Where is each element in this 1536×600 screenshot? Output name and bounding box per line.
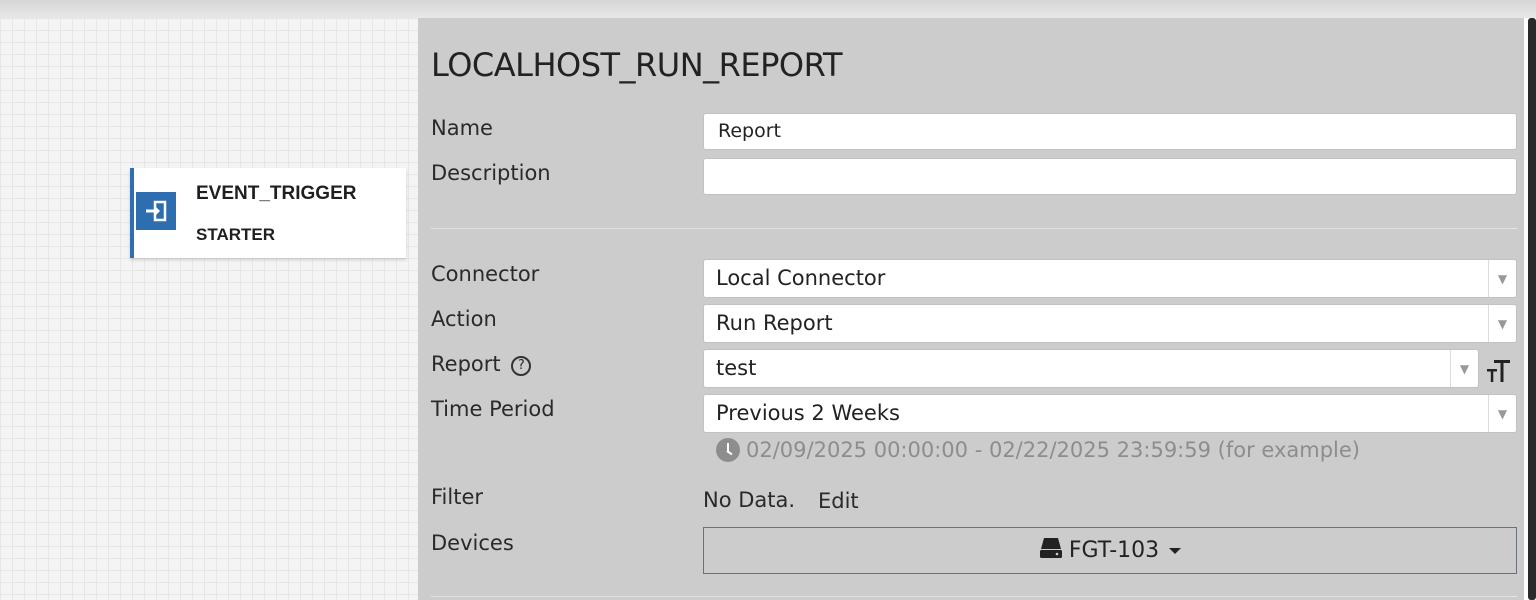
report-value: test bbox=[716, 356, 757, 380]
report-label-text: Report bbox=[431, 352, 501, 376]
time-period-value: Previous 2 Weeks bbox=[716, 401, 900, 425]
caret-down-icon bbox=[1169, 547, 1182, 554]
filter-edit-link[interactable]: Edit bbox=[818, 489, 859, 513]
connector-label: Connector bbox=[431, 262, 540, 286]
name-input[interactable]: Report bbox=[703, 113, 1517, 150]
drive-icon bbox=[1039, 537, 1063, 565]
report-select[interactable]: test ▼ bbox=[703, 349, 1479, 388]
description-input[interactable] bbox=[703, 158, 1517, 195]
filter-value: No Data. bbox=[703, 488, 796, 512]
device-dropdown-button[interactable]: FGT-103 bbox=[703, 527, 1517, 574]
panel-title: LOCALHOST_RUN_REPORT bbox=[431, 46, 843, 84]
text-mode-icon[interactable] bbox=[1486, 357, 1512, 385]
sign-in-icon bbox=[136, 192, 176, 230]
time-period-hint: 02/09/2025 00:00:00 - 02/22/2025 23:59:5… bbox=[716, 438, 1360, 462]
bottom-divider bbox=[431, 596, 1517, 597]
action-select[interactable]: Run Report ▼ bbox=[703, 304, 1517, 343]
name-label: Name bbox=[431, 116, 493, 140]
time-period-label: Time Period bbox=[431, 397, 555, 421]
section-divider bbox=[431, 228, 1517, 229]
top-strip bbox=[0, 0, 1536, 18]
action-label: Action bbox=[431, 307, 497, 331]
description-label: Description bbox=[431, 161, 551, 185]
properties-panel: LOCALHOST_RUN_REPORT Name Report Descrip… bbox=[418, 18, 1524, 600]
devices-label: Devices bbox=[431, 531, 514, 555]
chevron-down-icon[interactable]: ▼ bbox=[1488, 395, 1516, 432]
node-title: EVENT_TRIGGER bbox=[196, 183, 357, 204]
chevron-down-icon[interactable]: ▼ bbox=[1450, 350, 1478, 387]
node-subtitle: STARTER bbox=[196, 225, 276, 244]
chevron-down-icon[interactable]: ▼ bbox=[1488, 305, 1516, 342]
clock-icon bbox=[716, 438, 740, 462]
time-period-select[interactable]: Previous 2 Weeks ▼ bbox=[703, 394, 1517, 433]
connector-value: Local Connector bbox=[716, 266, 886, 290]
time-period-hint-text: 02/09/2025 00:00:00 - 02/22/2025 23:59:5… bbox=[746, 438, 1360, 462]
trigger-node[interactable]: EVENT_TRIGGER STARTER bbox=[130, 168, 406, 258]
action-value: Run Report bbox=[716, 311, 833, 335]
device-value: FGT-103 bbox=[1068, 538, 1160, 563]
scrollbar[interactable] bbox=[1524, 18, 1536, 600]
filter-label: Filter bbox=[431, 485, 484, 509]
report-label: Report ? bbox=[431, 352, 532, 376]
chevron-down-icon[interactable]: ▼ bbox=[1488, 260, 1516, 297]
help-icon[interactable]: ? bbox=[511, 356, 532, 376]
workflow-canvas[interactable]: EVENT_TRIGGER STARTER bbox=[0, 18, 418, 600]
connector-select[interactable]: Local Connector ▼ bbox=[703, 259, 1517, 298]
